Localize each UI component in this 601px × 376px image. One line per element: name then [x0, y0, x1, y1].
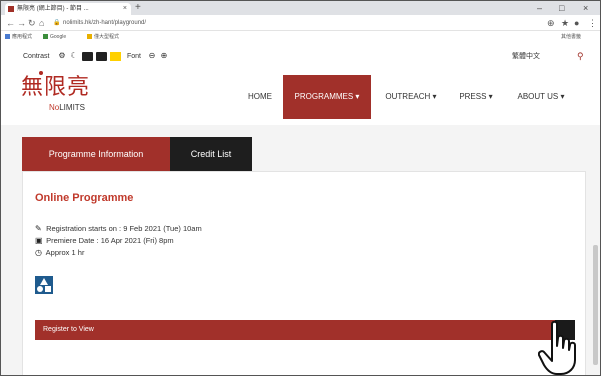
language-switch[interactable]: 繁體中文	[512, 53, 540, 61]
address-bar: ← → ↻ ⌂ 🔒 nolimits.hk/zh-hant/playground…	[1, 15, 600, 31]
contrast-yellow-button[interactable]	[110, 52, 121, 61]
main-content: Programme Information Credit List Online…	[1, 125, 600, 375]
contrast-moon-icon[interactable]: ☾	[69, 51, 79, 61]
scrollbar[interactable]	[593, 245, 598, 365]
nav-outreach[interactable]: OUTREACH ▾	[379, 75, 443, 119]
url-field[interactable]: 🔒 nolimits.hk/zh-hant/playground/	[53, 17, 533, 29]
new-tab-icon[interactable]: +	[135, 2, 141, 14]
font-increase-icon[interactable]: ⊕	[159, 51, 169, 61]
bookmarks-bar: 應用程式 Google 僅大型程式 其他書籤	[1, 31, 600, 43]
maximize-icon[interactable]: □	[559, 2, 564, 14]
menu-icon[interactable]: ⋮	[588, 17, 597, 29]
logo-english[interactable]: NoLIMITS	[49, 103, 85, 113]
star-icon[interactable]: ★	[561, 17, 569, 29]
nav-home[interactable]: HOME	[239, 75, 281, 119]
minimize-icon[interactable]: –	[537, 2, 542, 14]
window-close-icon[interactable]: ×	[583, 2, 588, 14]
home-icon[interactable]: ⌂	[39, 17, 44, 29]
hand-cursor-icon	[538, 320, 576, 375]
accessibility-shapes-icon	[35, 276, 53, 294]
site-favicon	[8, 6, 14, 12]
registration-icon: ✎	[35, 224, 42, 233]
nav-press[interactable]: PRESS ▾	[453, 75, 499, 119]
nav-programmes[interactable]: PROGRAMMES ▾	[283, 75, 371, 119]
tab-programme-information[interactable]: Programme Information	[22, 137, 170, 171]
site-header: 無限亮 NoLIMITS HOME PROGRAMMES ▾ OUTREACH …	[1, 69, 600, 125]
font-decrease-icon[interactable]: ⊖	[147, 51, 157, 61]
reload-icon[interactable]: ↻	[28, 17, 36, 29]
calendar-icon: ▣	[35, 236, 43, 245]
profile-icon[interactable]: ●	[574, 17, 579, 29]
bookmark-google[interactable]: Google	[43, 31, 66, 43]
url-text: nolimits.hk/zh-hant/playground/	[63, 20, 147, 26]
contrast-dark-yellow-button[interactable]	[96, 52, 107, 61]
back-icon[interactable]: ←	[6, 17, 15, 29]
translate-icon[interactable]: ⊕	[547, 17, 555, 29]
bookmark-icon	[87, 34, 92, 39]
accessibility-bar: Contrast ⚙ ☾ Font ⊖ ⊕ 繁體中文 ⚲	[1, 43, 600, 69]
forward-icon[interactable]: →	[17, 17, 26, 29]
clock-icon: ◷	[35, 248, 42, 257]
other-bookmarks[interactable]: 其他書籤	[561, 31, 581, 43]
tab-close-icon[interactable]: ×	[123, 3, 127, 15]
register-label: Register to View	[43, 326, 94, 333]
tab-credit-list[interactable]: Credit List	[170, 137, 252, 171]
apps-icon	[5, 34, 10, 39]
bookmark-large[interactable]: 僅大型程式	[87, 31, 119, 43]
browser-tab[interactable]: 無限亮 (網上節目) - 節目 ... ×	[5, 3, 131, 15]
font-label: Font	[127, 53, 142, 60]
tab-title: 無限亮 (網上節目) - 節目 ...	[17, 6, 89, 12]
screenshot-frame: 無限亮 (網上節目) - 節目 ... × + – □ × ← → ↻ ⌂ 🔒 …	[0, 0, 601, 376]
duration-text: Approx 1 hr	[45, 248, 85, 257]
bookmark-apps[interactable]: 應用程式	[5, 31, 32, 43]
duration-row: ◷ Approx 1 hr	[35, 248, 84, 258]
premiere-text: Premiere Date : 16 Apr 2021 (Fri) 8pm	[46, 236, 174, 245]
contrast-label: Contrast	[23, 53, 50, 60]
search-icon[interactable]: ⚲	[577, 51, 584, 62]
registration-text: Registration starts on : 9 Feb 2021 (Tue…	[46, 224, 202, 233]
nav-about-us[interactable]: ABOUT US ▾	[509, 75, 573, 119]
logo-chinese[interactable]: 無限亮	[21, 75, 90, 101]
register-bar[interactable]: Register to View	[35, 320, 575, 340]
registration-row: ✎ Registration starts on : 9 Feb 2021 (T…	[35, 224, 202, 234]
programme-panel: Online Programme ✎ Registration starts o…	[22, 171, 586, 375]
google-icon	[43, 34, 48, 39]
lock-icon: 🔒	[53, 20, 61, 26]
browser-tab-bar: 無限亮 (網上節目) - 節目 ... × + – □ ×	[1, 1, 600, 15]
premiere-row: ▣ Premiere Date : 16 Apr 2021 (Fri) 8pm	[35, 236, 174, 246]
contrast-gear-icon[interactable]: ⚙	[57, 51, 67, 61]
contrast-dark-button[interactable]	[82, 52, 93, 61]
programme-title: Online Programme	[35, 192, 134, 204]
